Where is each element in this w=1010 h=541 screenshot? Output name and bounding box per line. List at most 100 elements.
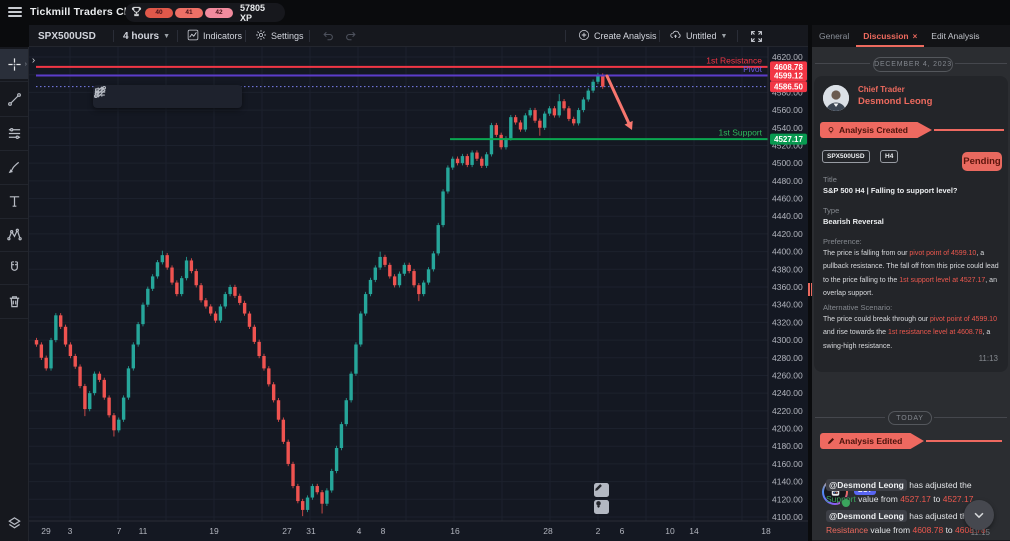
pencil-icon bbox=[828, 438, 834, 444]
svg-text:19: 19 bbox=[209, 526, 219, 536]
discussion-content: DECEMBER 4, 2023 Chief Trader Desmond Le… bbox=[812, 47, 1010, 541]
redo-icon bbox=[346, 31, 356, 41]
analysis-card: Chief Trader Desmond Leong Analysis Crea… bbox=[814, 76, 1008, 372]
svg-text:4440.00: 4440.00 bbox=[772, 211, 803, 221]
tab-general[interactable]: General bbox=[812, 25, 856, 47]
polyline-tool[interactable] bbox=[95, 86, 240, 107]
svg-text:4260.00: 4260.00 bbox=[772, 370, 803, 380]
scroll-to-bottom-button[interactable] bbox=[964, 500, 994, 530]
chevron-down-icon bbox=[974, 512, 984, 519]
price-chart[interactable]: 1st Resistance Pivot 1st Support 4620.00 458… bbox=[29, 47, 808, 541]
preference-text: The price is falling from our pivot poin… bbox=[823, 250, 999, 298]
analysis-edited-banner: Analysis Edited bbox=[820, 433, 924, 449]
fib-retracement-tool[interactable] bbox=[0, 118, 28, 148]
create-analysis-button[interactable]: Create Analysis bbox=[578, 25, 657, 47]
tab-discussion[interactable]: Discussion × bbox=[856, 25, 925, 47]
svg-text:4340.00: 4340.00 bbox=[772, 300, 803, 310]
svg-text:4160.00: 4160.00 bbox=[772, 459, 803, 469]
close-icon[interactable]: × bbox=[913, 32, 918, 41]
alt-scenario-text: The price could break through our pivot … bbox=[823, 316, 997, 350]
xabcd-pattern-tool[interactable] bbox=[0, 219, 28, 249]
chevron-right-icon[interactable]: › bbox=[29, 53, 38, 69]
app-title: Tickmill Traders Club bbox=[30, 6, 141, 18]
floating-drawing-toolbar[interactable] bbox=[93, 85, 242, 108]
level-segment: 41 bbox=[175, 7, 203, 18]
trend-line-tool[interactable] bbox=[94, 86, 152, 107]
today-divider: TODAY bbox=[888, 411, 932, 425]
plus-circle-icon bbox=[578, 29, 590, 43]
trophy-icon bbox=[131, 4, 142, 22]
fullscreen-icon bbox=[751, 30, 762, 42]
gear-icon bbox=[255, 29, 267, 43]
fib-lines-tool[interactable] bbox=[95, 86, 218, 107]
status-badge[interactable]: Pending bbox=[962, 152, 1002, 171]
trend-line-tool[interactable] bbox=[0, 84, 28, 114]
svg-text:2: 2 bbox=[596, 526, 601, 536]
avatar[interactable] bbox=[823, 85, 849, 111]
magnet-tool[interactable] bbox=[0, 252, 28, 282]
svg-text:4100.00: 4100.00 bbox=[772, 512, 803, 522]
svg-text:4400.00: 4400.00 bbox=[772, 247, 803, 257]
svg-text:4500.00: 4500.00 bbox=[772, 158, 803, 168]
svg-text:4420.00: 4420.00 bbox=[772, 229, 803, 239]
chevron-right-icon: › bbox=[24, 60, 27, 68]
analysis-marker-lightbulb-icon[interactable] bbox=[594, 500, 609, 514]
svg-text:4: 4 bbox=[357, 526, 362, 536]
level-segments: 40 41 42 bbox=[145, 7, 233, 18]
svg-text:Pivot: Pivot bbox=[743, 64, 763, 74]
author-name[interactable]: Desmond Leong bbox=[858, 96, 932, 107]
xp-total: 57805 XP bbox=[240, 2, 266, 23]
tab-edit-analysis[interactable]: Edit Analysis bbox=[924, 25, 986, 47]
indicators-button[interactable]: Indicators bbox=[187, 25, 242, 47]
horizontal-line-tool[interactable] bbox=[94, 86, 130, 107]
fullscreen-button[interactable] bbox=[750, 25, 763, 47]
alt-scenario-label: Alternative Scenario: bbox=[823, 303, 893, 312]
bot-message-line: @Desmond Leong has adjusted the bbox=[826, 479, 1002, 491]
chart-toolbar: SPX500USD 4 hours ▼ Indicators Settings C… bbox=[29, 25, 808, 47]
candlestick-chart-canvas[interactable]: 1st ResistancePivot1st Support4620.00458… bbox=[29, 47, 808, 541]
settings-button[interactable]: Settings bbox=[255, 25, 304, 47]
app-root: Tickmill Traders Club 40 41 42 57805 XP SP… bbox=[0, 0, 1010, 541]
interval-button[interactable]: 4 hours ▼ bbox=[123, 25, 170, 47]
author-role: Chief Trader bbox=[858, 85, 905, 94]
svg-text:14: 14 bbox=[689, 526, 699, 536]
svg-text:4480.00: 4480.00 bbox=[772, 176, 803, 186]
symbol-button[interactable]: SPX500USD bbox=[38, 25, 96, 47]
chevron-down-icon: ▼ bbox=[163, 32, 171, 40]
svg-text:18: 18 bbox=[761, 526, 771, 536]
analysis-panel: General Discussion × Edit Analysis DECEMBER… bbox=[812, 25, 1010, 541]
xp-level-pill[interactable]: 40 41 42 57805 XP bbox=[125, 2, 285, 23]
ray-tool[interactable] bbox=[94, 86, 174, 107]
timeframe-chip: H4 bbox=[880, 150, 899, 163]
object-tree-tool[interactable] bbox=[0, 508, 28, 538]
panel-tabs: General Discussion × Edit Analysis bbox=[812, 25, 1010, 47]
redo-button[interactable] bbox=[345, 25, 358, 47]
svg-text:4240.00: 4240.00 bbox=[772, 388, 803, 398]
preference-label: Preference: bbox=[823, 237, 862, 246]
cloud-layout-button[interactable]: Untitled ▼ bbox=[669, 25, 727, 47]
drawing-tools-sidebar: › bbox=[0, 47, 29, 541]
brush-tool[interactable] bbox=[0, 152, 28, 182]
svg-text:3: 3 bbox=[68, 526, 73, 536]
message-time: 11:13 bbox=[978, 354, 998, 363]
svg-text:4300.00: 4300.00 bbox=[772, 335, 803, 345]
edited-marker-pencil-icon[interactable] bbox=[594, 483, 609, 497]
trash-tool[interactable] bbox=[0, 286, 28, 316]
crosshair-tool[interactable]: › bbox=[0, 49, 28, 79]
title-label: Title bbox=[823, 175, 837, 184]
undo-button[interactable] bbox=[321, 25, 334, 47]
svg-text:7: 7 bbox=[117, 526, 122, 536]
type-label: Type bbox=[823, 206, 840, 215]
analysis-created-banner: Analysis Created bbox=[820, 122, 932, 138]
text-tool[interactable] bbox=[0, 186, 28, 216]
svg-text:16: 16 bbox=[450, 526, 460, 536]
date-divider: DECEMBER 4, 2023 bbox=[873, 57, 953, 72]
svg-text:4586.50: 4586.50 bbox=[774, 83, 803, 92]
lightbulb-icon bbox=[828, 126, 834, 133]
level-segment: 42 bbox=[205, 7, 233, 18]
hamburger-menu-icon[interactable] bbox=[8, 7, 22, 18]
parallel-channel-tool[interactable] bbox=[94, 86, 196, 107]
svg-text:4220.00: 4220.00 bbox=[772, 406, 803, 416]
symbol-chip: SPX500USD bbox=[822, 150, 870, 163]
svg-text:4320.00: 4320.00 bbox=[772, 317, 803, 327]
